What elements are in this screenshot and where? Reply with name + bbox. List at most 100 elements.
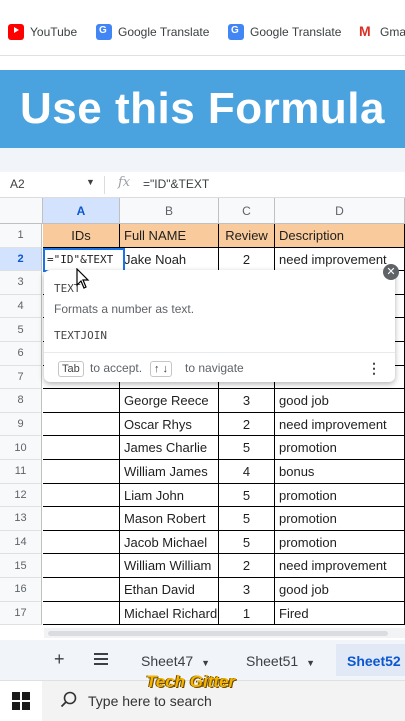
bookmark-gmail[interactable]: Gma (358, 22, 405, 42)
add-sheet-button[interactable]: + (54, 649, 65, 670)
row-header[interactable]: 5 (0, 318, 42, 342)
all-sheets-menu-icon[interactable] (94, 653, 108, 665)
bookmark-google-translate-2[interactable]: Google Translate (228, 22, 341, 42)
table-cell[interactable]: 2 (219, 247, 275, 272)
table-cell[interactable] (43, 530, 120, 555)
table-cell[interactable]: Jake Noah (120, 247, 219, 272)
chevron-down-icon[interactable]: ▼ (86, 177, 95, 187)
table-cell[interactable]: need improvement (275, 554, 405, 578)
sheets-toolbar-strip (0, 148, 405, 172)
header-cell[interactable]: Full NAME (120, 224, 219, 248)
table-cell[interactable]: good job (275, 389, 405, 413)
table-cell[interactable]: Oscar Rhys (120, 412, 219, 437)
table-cell[interactable]: Liam John (120, 483, 219, 508)
row-header[interactable]: 14 (0, 530, 42, 555)
table-cell[interactable]: promotion (275, 436, 405, 460)
arrow-keys: ↑ ↓ (150, 361, 173, 377)
search-placeholder: Type here to search (88, 693, 212, 709)
sheet-tab-52[interactable]: Sheet52 (347, 653, 401, 669)
table-cell[interactable]: promotion (275, 507, 405, 531)
row-header[interactable]: 4 (0, 294, 42, 319)
scroll-thumb[interactable] (48, 631, 388, 636)
table-cell[interactable]: 2 (219, 554, 275, 578)
table-cell[interactable] (43, 389, 120, 413)
table-cell[interactable]: 5 (219, 507, 275, 531)
table-cell[interactable]: bonus (275, 460, 405, 484)
row-header[interactable]: 10 (0, 436, 42, 460)
row-header[interactable]: 1 (0, 224, 42, 248)
header-cell[interactable]: IDs (43, 224, 120, 248)
row-header[interactable]: 12 (0, 483, 42, 508)
table-cell[interactable]: Mason Robert (120, 507, 219, 531)
table-cell[interactable]: 3 (219, 389, 275, 413)
table-cell[interactable]: 1 (219, 601, 275, 626)
select-all-corner[interactable] (0, 198, 43, 224)
table-cell[interactable]: Fired (275, 601, 405, 626)
bookmarks-bar: YouTube Google Translate Google Translat… (0, 0, 405, 56)
table-cell[interactable] (43, 460, 120, 484)
bookmark-label: YouTube (30, 25, 78, 39)
table-cell[interactable]: 5 (219, 530, 275, 555)
table-cell[interactable]: Ethan David (120, 578, 219, 602)
row-header[interactable]: 16 (0, 578, 42, 602)
table-cell[interactable] (43, 483, 120, 508)
table-cell[interactable]: 3 (219, 578, 275, 602)
bookmark-google-translate[interactable]: Google Translate (96, 22, 209, 42)
table-cell[interactable] (43, 412, 120, 437)
youtube-icon (8, 24, 24, 40)
chevron-down-icon: ▼ (201, 658, 211, 668)
table-cell[interactable]: William William (120, 554, 219, 578)
table-cell[interactable]: promotion (275, 483, 405, 508)
column-header-c[interactable]: C (219, 198, 275, 224)
column-header-d[interactable]: D (275, 198, 405, 224)
spreadsheet-grid: A B C D 1 IDs Full NAME Review Description 2 J… (0, 198, 405, 628)
bookmark-youtube[interactable]: YouTube (8, 22, 77, 42)
row-header[interactable]: 11 (0, 460, 42, 484)
popup-hint-bar: Tab to accept. ↑ ↓ to navigate ⋮ (44, 352, 395, 382)
table-cell[interactable]: James Charlie (120, 436, 219, 460)
row-header[interactable]: 9 (0, 412, 42, 437)
table-cell[interactable]: need improvement (275, 412, 405, 437)
row-header[interactable]: 13 (0, 507, 42, 531)
header-cell[interactable]: Description (275, 224, 405, 248)
close-icon[interactable]: ✕ (383, 264, 399, 280)
table-cell[interactable] (43, 554, 120, 578)
windows-start-icon[interactable] (12, 692, 30, 710)
table-cell[interactable]: 5 (219, 483, 275, 508)
search-icon (60, 691, 77, 708)
table-cell[interactable]: 4 (219, 460, 275, 484)
formula-autocomplete-popup: TEXT Formats a number as text. TEXTJOIN … (44, 270, 395, 382)
table-cell[interactable] (43, 507, 120, 531)
column-header-b[interactable]: B (120, 198, 219, 224)
table-cell[interactable]: good job (275, 578, 405, 602)
row-header[interactable]: 15 (0, 554, 42, 578)
name-box[interactable]: A2 (10, 177, 25, 191)
sheet-tab-51[interactable]: Sheet51 ▼ (246, 653, 315, 669)
table-cell[interactable]: 5 (219, 436, 275, 460)
table-cell[interactable]: William James (120, 460, 219, 484)
bookmark-label: Google Translate (250, 25, 342, 39)
row-header[interactable]: 7 (0, 365, 42, 390)
suggestion-textjoin[interactable]: TEXTJOIN (54, 329, 107, 342)
table-cell[interactable] (43, 601, 120, 626)
row-header[interactable]: 6 (0, 342, 42, 366)
row-header[interactable]: 17 (0, 601, 42, 626)
table-cell[interactable] (43, 436, 120, 460)
table-cell[interactable]: Michael Richard (120, 601, 219, 626)
row-header[interactable]: 2 (0, 247, 42, 272)
table-cell[interactable]: Jacob Michael (120, 530, 219, 555)
translate-icon (228, 24, 244, 40)
more-vert-icon[interactable]: ⋮ (367, 360, 381, 377)
table-cell[interactable]: promotion (275, 530, 405, 555)
table-cell[interactable]: 2 (219, 412, 275, 437)
formula-input[interactable]: ="ID"&TEXT (143, 177, 209, 191)
overlay-banner: Use this Formula (0, 70, 405, 148)
header-cell[interactable]: Review (219, 224, 275, 248)
table-cell[interactable]: George Reece (120, 389, 219, 413)
sheet-tab-47[interactable]: Sheet47 ▼ (141, 653, 210, 669)
row-header[interactable]: 8 (0, 389, 42, 413)
horizontal-scrollbar[interactable] (44, 628, 405, 638)
table-cell[interactable] (43, 578, 120, 602)
row-header[interactable]: 3 (0, 271, 42, 295)
column-header-a[interactable]: A (43, 198, 120, 224)
